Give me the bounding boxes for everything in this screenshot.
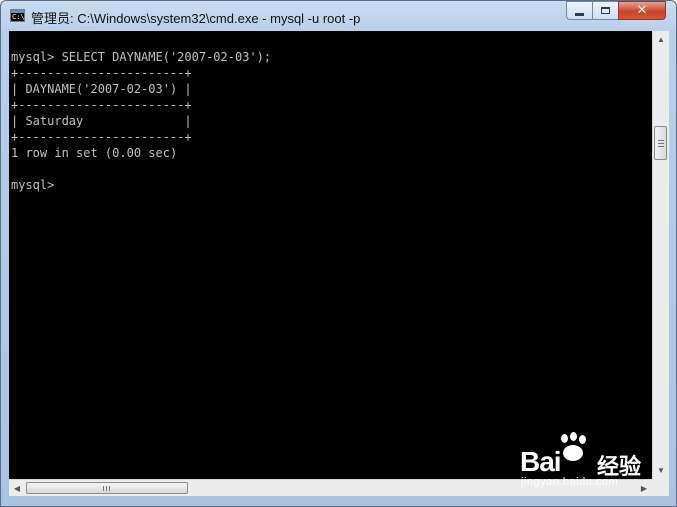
watermark-logo-text: Bai [520,446,562,477]
cmd-app-icon[interactable]: C:\ [10,9,25,22]
scroll-left-arrow[interactable]: ◀ [9,480,25,496]
baidu-jingyan-watermark: Bai 经验 jingyan.baidu.com [515,432,645,490]
console-line-result: | Saturday | [11,114,192,128]
scroll-up-arrow[interactable]: ▲ [653,31,669,48]
console-line-header: | DAYNAME('2007-02-03') | [11,82,192,96]
scroll-down-arrow[interactable]: ▼ [653,462,669,479]
close-button[interactable]: ✕ [618,1,666,20]
title-bar[interactable]: C:\ 管理员: C:\Windows\system32\cmd.exe - m… [1,1,676,31]
horizontal-scroll-thumb[interactable] [26,482,188,494]
scrollbar-corner [652,479,669,496]
maximize-icon [601,7,610,14]
console-line-prompt: mysql> [11,178,55,192]
console-line-summary: 1 row in set (0.00 sec) [11,146,178,160]
paw-icon [557,432,591,466]
app-icon-label: C:\ [12,13,25,21]
window-title: 管理员: C:\Windows\system32\cmd.exe - mysql… [31,11,361,26]
minimize-icon [575,12,584,16]
console-line-border-bottom: +-----------------------+ [11,130,192,144]
vertical-scrollbar[interactable]: ▲ ▼ [652,31,669,479]
console-line-border-mid: +-----------------------+ [11,98,192,112]
close-icon: ✕ [636,3,648,18]
cmd-window: C:\ 管理员: C:\Windows\system32\cmd.exe - m… [0,0,677,507]
vertical-scroll-thumb[interactable] [654,126,667,160]
watermark-url: jingyan.baidu.com [521,476,619,488]
console-line-query: mysql> SELECT DAYNAME('2007-02-03'); [11,50,272,64]
maximize-button[interactable] [592,1,619,20]
console-line-border-top: +-----------------------+ [11,66,192,80]
minimize-button[interactable] [566,1,593,20]
console-output[interactable]: mysql> SELECT DAYNAME('2007-02-03'); +--… [9,31,652,479]
